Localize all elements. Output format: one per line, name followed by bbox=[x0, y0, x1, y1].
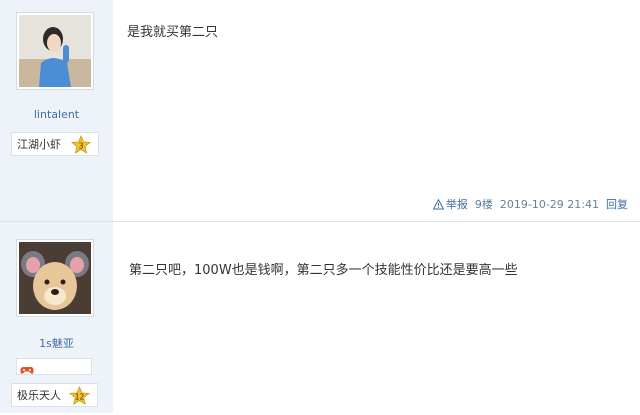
medal-badge bbox=[16, 358, 92, 375]
user-sidebar: 1s魅亚 极乐天人 12 bbox=[0, 222, 113, 413]
username[interactable]: lintalent bbox=[0, 108, 113, 121]
level-number: 12 bbox=[75, 393, 85, 402]
rank-badge: 江湖小虾 3 bbox=[11, 132, 99, 156]
report-label: 举报 bbox=[445, 198, 468, 211]
level-number: 3 bbox=[78, 142, 83, 151]
avatar-image bbox=[19, 242, 91, 314]
avatar-image bbox=[19, 15, 91, 87]
post-meta: 举报 9楼 2019-10-29 21:41 回复 bbox=[432, 196, 628, 212]
rank-badge: 极乐天人 12 bbox=[11, 383, 98, 407]
avatar[interactable] bbox=[16, 12, 94, 90]
rank-title: 极乐天人 bbox=[17, 389, 61, 402]
post-2: 1s魅亚 极乐天人 12 第二只吧，100W也是钱啊，第二只多一个技能性价比还是… bbox=[0, 222, 640, 413]
reply-button[interactable]: 回复 bbox=[606, 196, 628, 212]
post-1: lintalent 江湖小虾 3 是我就买第二只 举报 9楼 2019-10-2… bbox=[0, 0, 640, 221]
floor-number: 9楼 bbox=[474, 198, 493, 211]
rank-title: 江湖小虾 bbox=[17, 138, 61, 151]
warning-icon bbox=[432, 198, 444, 209]
avatar[interactable] bbox=[16, 239, 94, 317]
username[interactable]: 1s魅亚 bbox=[0, 335, 113, 351]
report-button[interactable]: 举报 bbox=[432, 196, 468, 212]
post-time: 2019-10-29 21:41 bbox=[499, 197, 599, 211]
star-badge-icon: 3 bbox=[70, 134, 92, 164]
post-content: 是我就买第二只 bbox=[127, 25, 219, 40]
user-sidebar: lintalent 江湖小虾 3 bbox=[0, 0, 113, 221]
game-controller-icon bbox=[20, 361, 34, 380]
star-badge-icon: 12 bbox=[68, 385, 91, 415]
post-content: 第二只吧，100W也是钱啊，第二只多一个技能性价比还是要高一些 bbox=[129, 263, 518, 278]
